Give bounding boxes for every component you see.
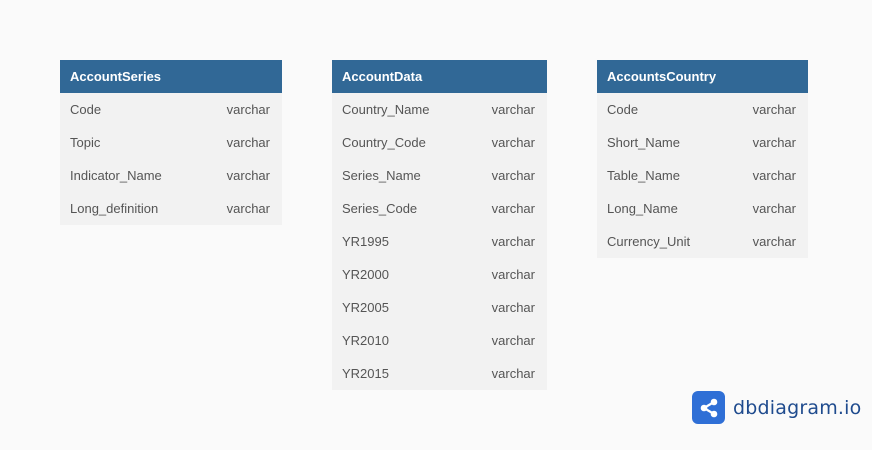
table-row[interactable]: YR2005 varchar — [332, 291, 547, 324]
share-nodes-icon — [692, 391, 725, 424]
column-type: varchar — [752, 102, 796, 117]
column-name: YR2015 — [342, 366, 389, 381]
column-name: Country_Name — [342, 102, 430, 117]
logo-text: dbdiagram.io — [733, 396, 862, 419]
column-type: varchar — [226, 135, 270, 150]
column-type: varchar — [491, 366, 535, 381]
table-row[interactable]: Series_Name varchar — [332, 159, 547, 192]
dbdiagram-logo[interactable]: dbdiagram.io — [692, 391, 861, 424]
column-name: Short_Name — [607, 135, 680, 150]
table-row[interactable]: Long_definition varchar — [60, 192, 282, 225]
table-row[interactable]: Indicator_Name varchar — [60, 159, 282, 192]
column-name: Country_Code — [342, 135, 426, 150]
column-type: varchar — [752, 168, 796, 183]
table-row[interactable]: YR1995 varchar — [332, 225, 547, 258]
table-row[interactable]: Code varchar — [60, 93, 282, 126]
column-name: Long_definition — [70, 201, 159, 216]
table-accountscountry[interactable]: AccountsCountry Code varchar Short_Name … — [597, 60, 808, 258]
column-type: varchar — [752, 234, 796, 249]
table-row[interactable]: Series_Code varchar — [332, 192, 547, 225]
column-type: varchar — [491, 135, 535, 150]
table-row[interactable]: Table_Name varchar — [597, 159, 808, 192]
column-name: Topic — [70, 135, 101, 150]
column-name: YR1995 — [342, 234, 389, 249]
column-name: Long_Name — [607, 201, 678, 216]
column-name: Code — [607, 102, 639, 117]
table-accountseries[interactable]: AccountSeries Code varchar Topic varchar… — [60, 60, 282, 225]
table-accountdata[interactable]: AccountData Country_Name varchar Country… — [332, 60, 547, 390]
table-row[interactable]: Country_Name varchar — [332, 93, 547, 126]
table-row[interactable]: YR2010 varchar — [332, 324, 547, 357]
table-row[interactable]: Country_Code varchar — [332, 126, 547, 159]
column-type: varchar — [491, 267, 535, 282]
table-row[interactable]: Code varchar — [597, 93, 808, 126]
column-type: varchar — [752, 201, 796, 216]
column-type: varchar — [491, 333, 535, 348]
column-type: varchar — [491, 102, 535, 117]
column-type: varchar — [491, 201, 535, 216]
column-name: Code — [70, 102, 102, 117]
column-type: varchar — [226, 102, 270, 117]
column-name: Series_Code — [342, 201, 418, 216]
column-type: varchar — [491, 300, 535, 315]
column-name: Currency_Unit — [607, 234, 691, 249]
table-row[interactable]: YR2015 varchar — [332, 357, 547, 390]
column-name: Table_Name — [607, 168, 680, 183]
column-type: varchar — [491, 168, 535, 183]
column-type: varchar — [491, 234, 535, 249]
column-name: YR2010 — [342, 333, 389, 348]
column-type: varchar — [752, 135, 796, 150]
table-row[interactable]: Topic varchar — [60, 126, 282, 159]
table-header[interactable]: AccountsCountry — [597, 60, 808, 93]
column-name: Indicator_Name — [70, 168, 162, 183]
column-name: YR2000 — [342, 267, 389, 282]
column-type: varchar — [226, 201, 270, 216]
table-row[interactable]: Short_Name varchar — [597, 126, 808, 159]
table-row[interactable]: YR2000 varchar — [332, 258, 547, 291]
column-type: varchar — [226, 168, 270, 183]
table-header[interactable]: AccountData — [332, 60, 547, 93]
table-row[interactable]: Long_Name varchar — [597, 192, 808, 225]
column-name: Series_Name — [342, 168, 421, 183]
table-row[interactable]: Currency_Unit varchar — [597, 225, 808, 258]
column-name: YR2005 — [342, 300, 389, 315]
table-header[interactable]: AccountSeries — [60, 60, 282, 93]
